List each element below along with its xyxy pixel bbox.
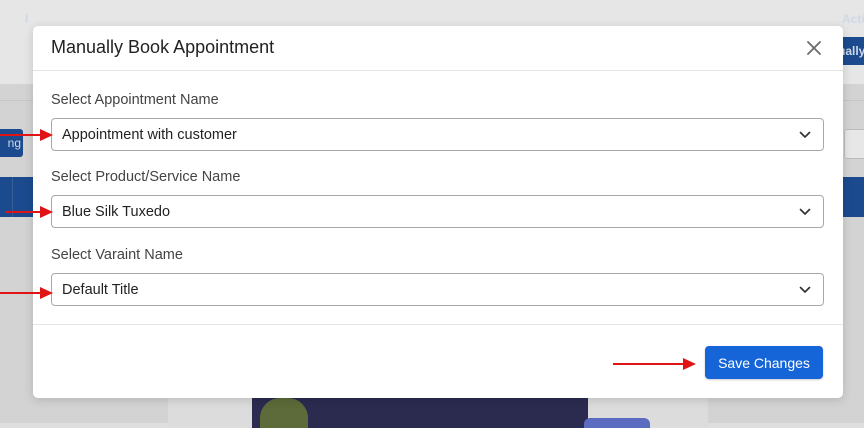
annotation-arrow-variant: [0, 287, 53, 299]
chevron-down-icon: [799, 208, 811, 215]
close-icon: [807, 41, 821, 55]
variant-name-value: Default Title: [62, 282, 139, 298]
annotation-arrow-appointment: [0, 129, 53, 141]
product-service-name-label: Select Product/Service Name: [51, 169, 241, 185]
appointment-name-select[interactable]: Appointment with customer: [51, 118, 824, 151]
product-service-name-select[interactable]: Blue Silk Tuxedo: [51, 195, 824, 228]
book-appointment-modal: Manually Book Appointment Select Appoint…: [33, 26, 843, 398]
annotation-arrow-product: [5, 206, 53, 218]
appointment-name-label: Select Appointment Name: [51, 92, 219, 108]
chevron-down-icon: [799, 286, 811, 293]
product-service-name-value: Blue Silk Tuxedo: [62, 204, 171, 220]
background-illustration-blob: [584, 418, 650, 428]
modal-header: Manually Book Appointment: [33, 26, 843, 71]
close-button[interactable]: [804, 38, 824, 58]
background-table-header-right: Acti: [842, 12, 864, 26]
background-illustration-figure: [260, 398, 308, 428]
modal-footer-divider: [33, 324, 843, 325]
chevron-down-icon: [799, 131, 811, 138]
background-table-header-left: I: [25, 12, 29, 26]
appointment-name-value: Appointment with customer: [62, 127, 237, 143]
annotation-arrow-save: [613, 358, 696, 370]
background-search-input: [844, 129, 864, 159]
modal-title: Manually Book Appointment: [51, 37, 275, 57]
variant-name-select[interactable]: Default Title: [51, 273, 824, 306]
variant-name-label: Select Varaint Name: [51, 247, 183, 263]
save-changes-button[interactable]: Save Changes: [705, 346, 823, 379]
